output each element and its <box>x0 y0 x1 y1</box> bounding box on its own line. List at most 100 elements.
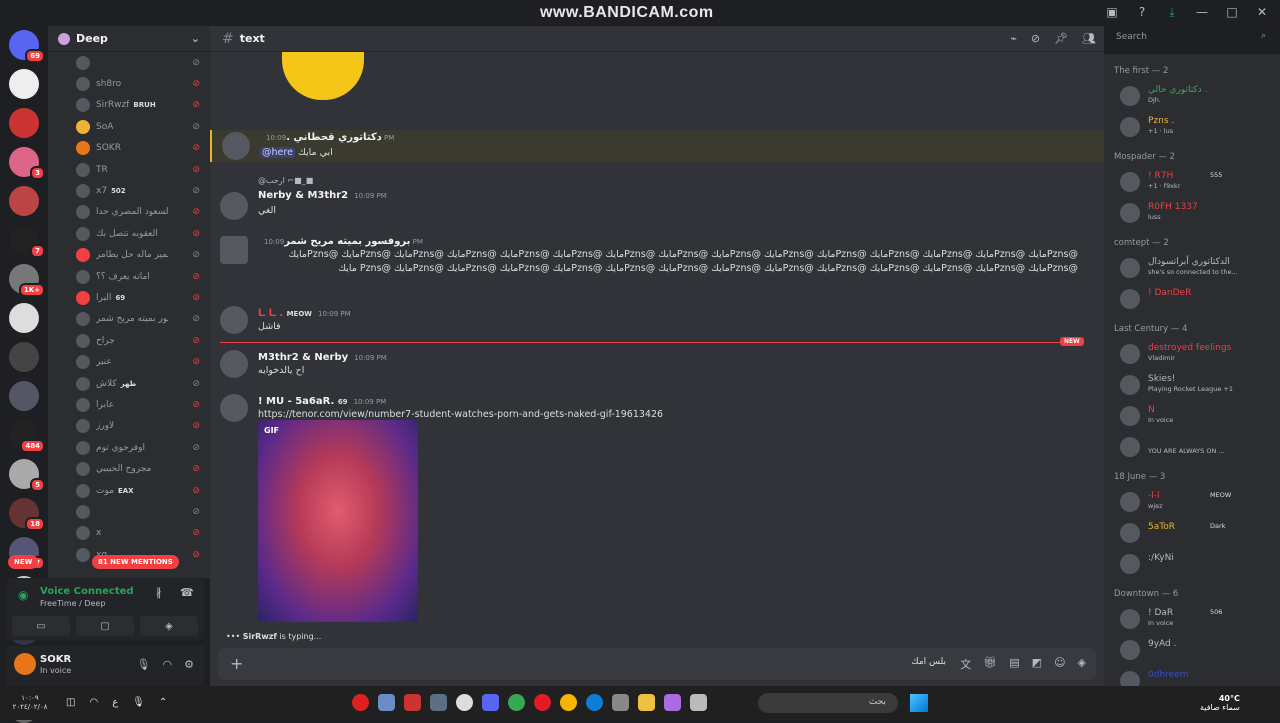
guild-header[interactable]: Deep ⌄ <box>48 26 210 52</box>
voice-user[interactable]: اماته يعرف ؟؟ ⊘ <box>48 266 210 287</box>
discord-app-icon[interactable] <box>482 694 499 711</box>
member-item[interactable]: Skies! Playing Rocket League +1 <box>1120 373 1275 397</box>
member-item[interactable]: destroyed feelings Vladimir <box>1120 342 1275 366</box>
mute-bell-icon[interactable]: ⊘ <box>1031 32 1040 45</box>
taskbar-search[interactable]: بحث <box>758 693 898 713</box>
voice-user[interactable]: البرا 69 ⊘ <box>48 287 210 308</box>
server-icon[interactable] <box>9 186 39 216</box>
microphone-icon[interactable]: 🎙︎ <box>137 658 151 671</box>
minimize-icon[interactable]: — <box>1194 5 1210 20</box>
avatar[interactable] <box>220 394 248 422</box>
app-icon[interactable] <box>456 694 473 711</box>
gif-icon[interactable]: ▤ <box>1009 656 1019 672</box>
avatar[interactable] <box>220 236 248 264</box>
message-author[interactable]: دكتاتوري قحطاني .10:09 PM <box>260 132 394 143</box>
wifi-icon[interactable]: ◠ <box>89 697 98 708</box>
message-author[interactable]: Nerby & M3thr2 10:09 PM <box>258 190 387 201</box>
voice-user[interactable]: x7 502 ⊘ <box>48 180 210 201</box>
server-icon[interactable]: 18 <box>9 498 45 531</box>
help-icon[interactable]: ? <box>1134 5 1150 20</box>
member-item[interactable]: YOU ARE ALWAYS ON ... <box>1120 435 1275 459</box>
member-list-icon[interactable]: 👥︎ <box>1082 32 1096 45</box>
voice-user[interactable]: SirRwzf BRUH ⊘ <box>48 95 210 116</box>
voice-user[interactable]: العقوبه تتصل بك ⊘ <box>48 223 210 244</box>
member-item[interactable]: ! DanDeR <box>1120 287 1275 311</box>
opera-app-icon[interactable] <box>534 694 551 711</box>
member-item[interactable]: ! DaR 506 In voice <box>1120 607 1275 631</box>
server-icon[interactable] <box>9 108 39 138</box>
message-composer[interactable]: + بلس امك 文 🎁︎ ▤ ◩ ☺ ◈ <box>218 648 1096 680</box>
weather-widget[interactable]: 40°C سماء صافية <box>1200 694 1240 712</box>
avatar[interactable] <box>220 350 248 378</box>
voice-user[interactable]: ابوالسعود المصري حدا ⊘ <box>48 202 210 223</box>
voice-user[interactable]: جراح ⊘ <box>48 330 210 351</box>
member-item[interactable]: 0dhreem <box>1120 669 1275 686</box>
server-icon[interactable]: 484 <box>9 420 45 453</box>
voice-user[interactable]: كلاش ظهر ⊘ <box>48 373 210 394</box>
voice-channel-path[interactable]: FreeTime / Deep <box>40 599 105 608</box>
noise-suppression-icon[interactable]: ∦ <box>156 586 162 599</box>
message-author[interactable]: M3thr2 & Nerby 10:09 PM <box>258 352 387 363</box>
screen-share-button[interactable]: ▢ <box>76 616 134 636</box>
bandicam-app-icon[interactable] <box>404 694 421 711</box>
download-icon[interactable]: ⤓ <box>1164 5 1180 20</box>
voice-user[interactable]: SoA ⊘ <box>48 116 210 137</box>
voice-user[interactable]: ـي ضمير ماله حل يطامر ⊘ <box>48 245 210 266</box>
voice-user[interactable]: sh8ro ⊘ <box>48 73 210 94</box>
store-app-icon[interactable] <box>612 694 629 711</box>
author-name[interactable]: ـا ـا . <box>258 308 283 319</box>
server-icon[interactable] <box>9 303 39 333</box>
chrome-canary-app-icon[interactable] <box>560 694 577 711</box>
voice-user[interactable]: اوفرحوي توم ⊘ <box>48 437 210 458</box>
server-icon[interactable]: 69 <box>9 30 45 63</box>
sticker-icon[interactable]: ◩ <box>1032 656 1042 672</box>
search-input[interactable]: Search ⌕ <box>1110 28 1272 48</box>
message-author[interactable]: ! MU - 5a6aR. 69 10:09 PM <box>258 396 386 407</box>
member-item[interactable]: Pzns . +1 · lus <box>1120 115 1275 139</box>
app-icon[interactable] <box>378 694 395 711</box>
app-icon[interactable] <box>690 694 707 711</box>
mention[interactable]: @here <box>260 147 295 158</box>
voice-user[interactable]: ⊘ <box>48 501 210 522</box>
new-unread-pill[interactable]: NEW <box>8 555 39 569</box>
server-icon[interactable]: 7 <box>9 225 45 258</box>
plus-icon[interactable]: + <box>230 654 243 673</box>
author-name[interactable]: بروفسور بميته مريح شمر <box>284 236 410 247</box>
avatar[interactable] <box>220 306 248 334</box>
avatar[interactable] <box>14 653 36 675</box>
gif-embed[interactable]: GIF <box>258 420 418 622</box>
server-icon[interactable]: 3 <box>9 147 45 180</box>
windows-start-icon[interactable] <box>910 694 928 712</box>
signal-icon[interactable]: ◉ <box>18 588 28 602</box>
file-explorer-icon[interactable] <box>638 694 655 711</box>
inbox-icon[interactable]: ▣ <box>1104 5 1120 20</box>
composer-text[interactable]: بلس امك <box>911 657 946 667</box>
server-icon[interactable] <box>9 381 39 411</box>
voice-user[interactable]: مجروح الحبيبي ⊘ <box>48 458 210 479</box>
voice-user[interactable]: x ⊘ <box>48 523 210 544</box>
avatar[interactable] <box>222 132 250 160</box>
author-name[interactable]: ! MU - 5a6aR. <box>258 396 334 407</box>
apps-icon[interactable]: ◈ <box>1078 656 1086 672</box>
member-item[interactable]: -ا-ا MEOW wjez <box>1120 490 1275 514</box>
microphone-icon[interactable]: 🎙︎ <box>132 697 145 708</box>
server-icon[interactable]: 5 <box>9 459 45 492</box>
voice-user[interactable]: TR ⊘ <box>48 159 210 180</box>
new-mentions-pill[interactable]: 81 NEW MENTIONS <box>92 555 179 569</box>
server-icon[interactable] <box>9 69 39 99</box>
close-icon[interactable]: ✕ <box>1254 5 1270 20</box>
server-icon[interactable]: 1K+ <box>9 264 45 297</box>
threads-icon[interactable]: ⌁ <box>1010 32 1017 45</box>
activities-button[interactable]: ◈ <box>140 616 198 636</box>
voice-user[interactable]: ⊘ <box>48 52 210 73</box>
member-item[interactable]: :/KyNi <box>1120 552 1275 576</box>
member-item[interactable]: الدكتاتوري آبراتسودال she's so connected … <box>1120 256 1275 280</box>
voice-user[interactable]: عابرا ⊘ <box>48 394 210 415</box>
chevron-up-icon[interactable]: ⌃ <box>159 697 167 708</box>
notification-icon[interactable]: ◫ <box>66 697 75 708</box>
headphones-icon[interactable]: ◠ <box>163 658 173 671</box>
voice-user[interactable]: SOKR ⊘ <box>48 138 210 159</box>
camera-button[interactable]: ▭ <box>12 616 70 636</box>
settings-gear-icon[interactable]: ⚙ <box>184 658 194 671</box>
voice-user[interactable]: عنبر ⊘ <box>48 351 210 372</box>
